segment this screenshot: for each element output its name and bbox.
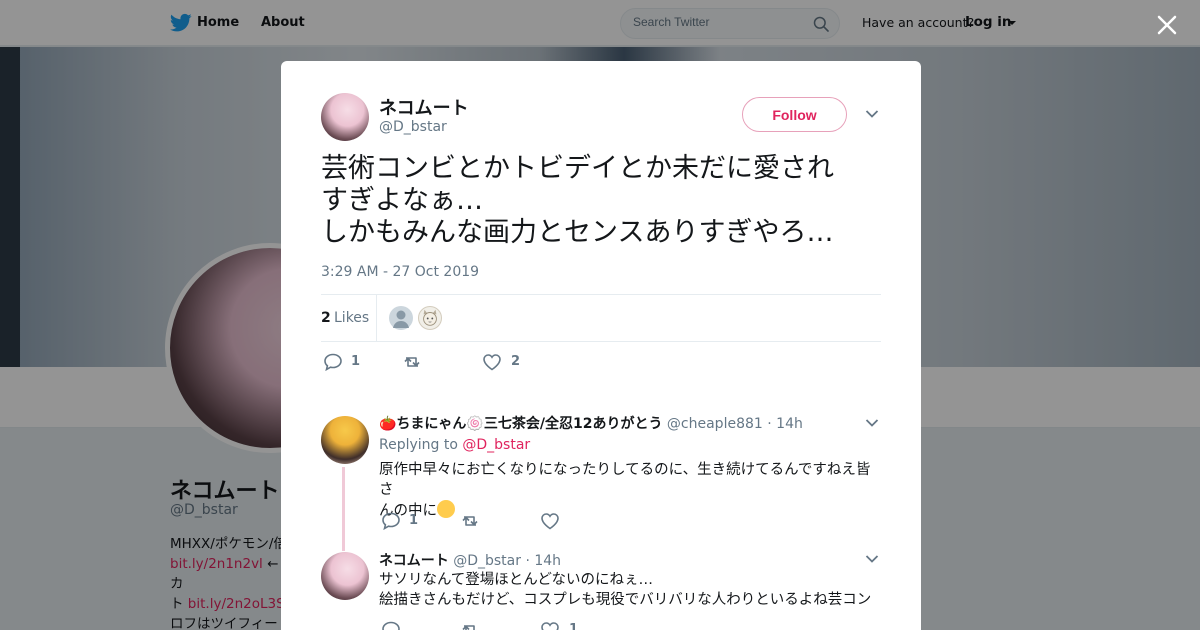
- retweet-icon[interactable]: [460, 512, 480, 530]
- thread-line: [342, 467, 345, 551]
- like-count: 1: [569, 622, 579, 630]
- reply-timestamp[interactable]: 14h: [534, 553, 561, 569]
- reply-author-name[interactable]: ネコムート: [379, 553, 449, 569]
- reply-count: 1: [409, 513, 419, 528]
- likes-label[interactable]: Likes: [334, 310, 369, 326]
- reply-header: 🍅ちまにゃん🍥三七茶会/全忍12ありがとう @cheaple881 · 14h: [379, 413, 803, 433]
- reply-author-handle[interactable]: @cheaple881: [667, 416, 763, 432]
- reply-header: ネコムート @D_bstar · 14h: [379, 550, 561, 570]
- reply-author-handle[interactable]: @D_bstar: [453, 553, 521, 569]
- like-count: 2: [511, 354, 521, 369]
- heart-icon[interactable]: [540, 621, 560, 630]
- reply-author-avatar[interactable]: [321, 416, 369, 464]
- tweet-stats: 2 Likes: [321, 294, 881, 342]
- reply-author-avatar[interactable]: [321, 552, 369, 600]
- heart-icon[interactable]: [482, 353, 502, 371]
- reply-text: サソリなんて登場ほとんどないのにねぇ… 絵描きさんもだけど、コスプレも現役でバリ…: [379, 572, 872, 608]
- liker-avatar[interactable]: [418, 306, 442, 330]
- liker-avatar[interactable]: [389, 306, 413, 330]
- reply-actions: 1: [379, 510, 579, 534]
- tweet-modal: ネコムート @D_bstar Follow 芸術コンビとかトビデイとか未だに愛さ…: [281, 61, 921, 630]
- reply-actions: 1: [379, 619, 579, 630]
- chevron-down-icon[interactable]: [865, 109, 879, 119]
- retweet-icon[interactable]: [460, 621, 480, 630]
- separator-dot: ·: [525, 553, 530, 569]
- reply-icon[interactable]: [381, 621, 401, 630]
- author-name[interactable]: ネコムート: [379, 94, 469, 120]
- default-avatar-icon: [393, 310, 409, 328]
- chevron-down-icon[interactable]: [865, 554, 879, 564]
- chevron-down-icon[interactable]: [865, 418, 879, 428]
- author-avatar[interactable]: [321, 93, 369, 141]
- retweet-icon[interactable]: [402, 353, 422, 371]
- replying-to-label: Replying to: [379, 437, 463, 453]
- tweet-timestamp[interactable]: 3:29 AM - 27 Oct 2019: [321, 264, 479, 280]
- likes-count[interactable]: 2: [321, 310, 331, 326]
- reply-author-name[interactable]: 🍅ちまにゃん🍥三七茶会/全忍12ありがとう: [379, 416, 662, 432]
- replying-to-link[interactable]: @D_bstar: [462, 437, 530, 453]
- reply-icon[interactable]: [323, 353, 343, 371]
- replying-to: Replying to @D_bstar: [379, 437, 530, 453]
- separator-dot: ·: [767, 416, 772, 432]
- cat-face-icon: [423, 309, 437, 326]
- heart-icon[interactable]: [540, 512, 560, 530]
- reply-count: 1: [351, 354, 361, 369]
- author-handle[interactable]: @D_bstar: [379, 119, 447, 135]
- reply-icon[interactable]: [381, 512, 401, 530]
- tweet-actions: 1 2: [321, 351, 881, 375]
- tweet-text: 芸術コンビとかトビデイとか未だに愛され すぎよなぁ… しかもみんな画力とセンスあ…: [321, 153, 834, 248]
- divider: [376, 295, 377, 342]
- reply-timestamp[interactable]: 14h: [776, 416, 803, 432]
- follow-button[interactable]: Follow: [742, 97, 847, 132]
- close-icon[interactable]: [1154, 12, 1180, 38]
